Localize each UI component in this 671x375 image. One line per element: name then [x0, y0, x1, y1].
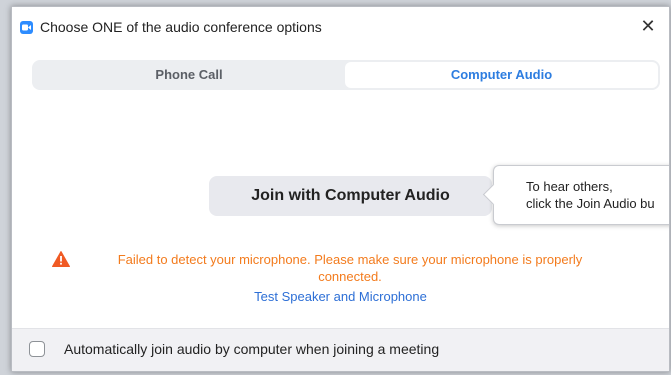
- join-audio-tooltip: To hear others, click the Join Audio bu: [482, 165, 669, 225]
- warning-triangle-icon: [52, 251, 70, 272]
- microphone-warning-text: Failed to detect your microphone. Please…: [117, 252, 583, 284]
- dialog-title: Choose ONE of the audio conference optio…: [40, 19, 322, 35]
- close-button[interactable]: ✕: [637, 15, 659, 37]
- zoom-camera-icon: [20, 21, 33, 34]
- test-speaker-microphone-link-label[interactable]: Test Speaker and Microphone: [254, 289, 427, 304]
- auto-join-checkbox[interactable]: [29, 341, 45, 357]
- footer-bar: Automatically join audio by computer whe…: [12, 328, 669, 371]
- auto-join-label[interactable]: Automatically join audio by computer whe…: [64, 341, 439, 357]
- close-icon: ✕: [640, 16, 656, 36]
- join-computer-audio-button[interactable]: Join with Computer Audio: [209, 176, 492, 216]
- tab-phone-call[interactable]: Phone Call: [34, 62, 344, 88]
- test-speaker-microphone-link: Test Speaker and Microphone: [12, 289, 669, 304]
- tooltip-text: To hear others, click the Join Audio bu: [526, 179, 655, 211]
- audio-mode-tabs: Phone Call Computer Audio: [32, 60, 660, 90]
- tab-computer-audio[interactable]: Computer Audio: [345, 62, 658, 88]
- title-bar: Choose ONE of the audio conference optio…: [12, 7, 669, 47]
- audio-options-dialog: Choose ONE of the audio conference optio…: [11, 6, 670, 372]
